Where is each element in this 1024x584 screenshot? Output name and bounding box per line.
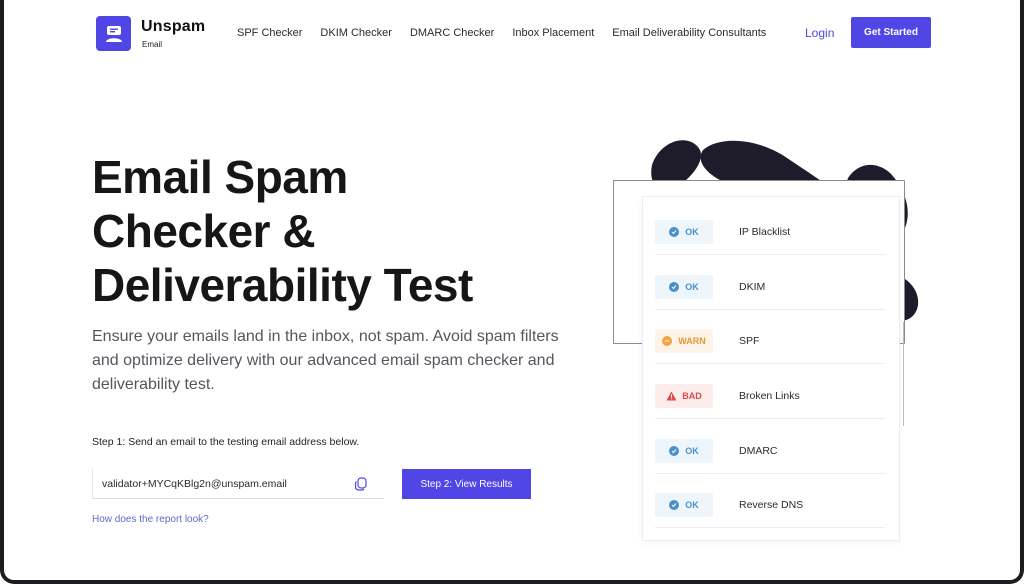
result-label: DMARC <box>739 444 778 457</box>
login-link[interactable]: Login <box>805 26 834 40</box>
main-nav: SPF Checker DKIM Checker DMARC Checker I… <box>237 27 784 39</box>
site-header: Unspam Email SPF Checker DKIM Checker DM… <box>0 0 1024 66</box>
warning-circle-icon <box>662 335 673 346</box>
report-preview-link[interactable]: How does the report look? <box>92 514 209 525</box>
nav-link-inbox-placement[interactable]: Inbox Placement <box>512 27 594 39</box>
status-text: WARN <box>678 335 706 346</box>
status-badge-ok: OK <box>655 274 713 299</box>
check-circle-icon <box>669 281 680 292</box>
copy-icon[interactable] <box>352 475 370 493</box>
hero-title: Email Spam Checker & Deliverability Test <box>92 150 562 312</box>
result-label: Reverse DNS <box>739 498 804 511</box>
hero-title-line-2: Checker & <box>92 205 316 257</box>
step-1-instruction: Step 1: Send an email to the testing ema… <box>92 436 360 448</box>
result-label: SPF <box>739 334 760 347</box>
result-row-ip-blacklist: OK IP Blacklist <box>655 209 885 255</box>
status-badge-ok: OK <box>655 438 713 463</box>
nav-link-consultants[interactable]: Email Deliverability Consultants <box>612 27 766 39</box>
brand-subtitle: Email <box>142 40 163 49</box>
status-text: OK <box>685 281 699 292</box>
status-badge-ok: OK <box>655 492 713 517</box>
brand[interactable]: Unspam Email <box>141 18 205 49</box>
check-circle-icon <box>669 226 680 237</box>
status-text: OK <box>685 499 699 510</box>
deliverability-results-card: OK IP Blacklist OK DKIM WARN SPF BAD Bro… <box>643 197 899 540</box>
check-circle-icon <box>669 445 680 456</box>
result-row-broken-links: BAD Broken Links <box>655 373 885 419</box>
nav-link-dmarc-checker[interactable]: DMARC Checker <box>410 27 494 39</box>
status-text: OK <box>685 445 699 456</box>
status-text: BAD <box>682 390 702 401</box>
status-badge-warn: WARN <box>655 328 713 353</box>
result-label: Broken Links <box>739 389 800 402</box>
warning-triangle-icon <box>666 391 677 400</box>
test-email-field[interactable]: validator+MYCqKBlg2n@unspam.email <box>92 469 384 499</box>
result-row-reverse-dns: OK Reverse DNS <box>655 482 885 528</box>
result-row-dmarc: OK DMARC <box>655 428 885 474</box>
logo-icon[interactable] <box>96 16 131 51</box>
status-text: OK <box>685 226 699 237</box>
status-badge-bad: BAD <box>655 383 713 408</box>
result-row-spf: WARN SPF <box>655 318 885 364</box>
hero-description: Ensure your emails land in the inbox, no… <box>92 328 559 393</box>
status-badge-ok: OK <box>655 219 713 244</box>
check-circle-icon <box>669 499 680 510</box>
brand-name: Unspam <box>141 18 206 35</box>
nav-link-dkim-checker[interactable]: DKIM Checker <box>320 27 392 39</box>
nav-link-spf-checker[interactable]: SPF Checker <box>237 27 302 39</box>
result-label: DKIM <box>739 280 766 293</box>
hero-title-line-3: Deliverability Test <box>92 259 473 311</box>
test-email-address[interactable]: validator+MYCqKBlg2n@unspam.email <box>102 478 352 490</box>
view-results-button[interactable]: Step 2: View Results <box>402 469 531 499</box>
get-started-button[interactable]: Get Started <box>851 17 931 48</box>
result-row-dkim: OK DKIM <box>655 264 885 310</box>
hero-title-line-1: Email Spam <box>92 151 348 203</box>
result-label: IP Blacklist <box>739 225 791 238</box>
